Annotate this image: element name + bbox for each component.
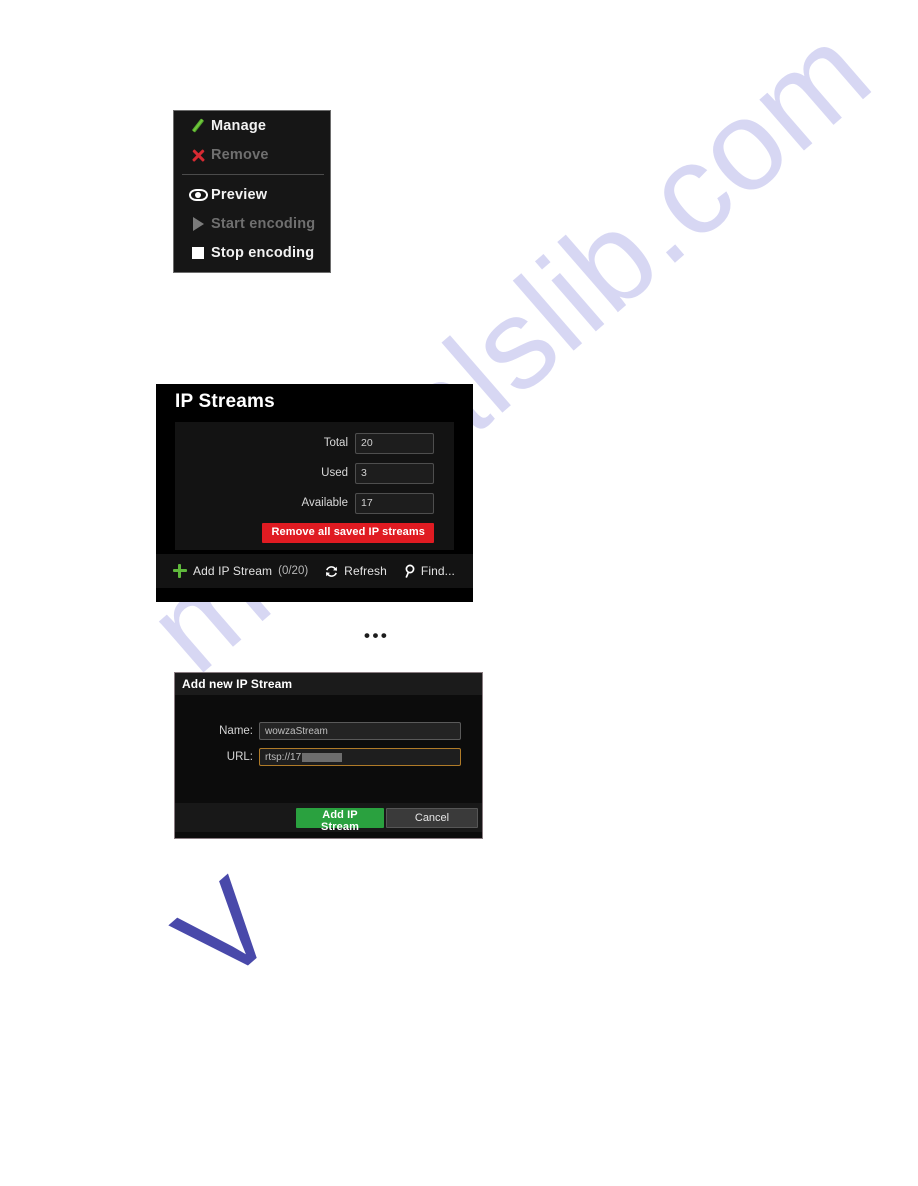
- find-button[interactable]: Find...: [403, 564, 455, 579]
- remove-all-saved-ip-streams-button[interactable]: Remove all saved IP streams: [262, 523, 434, 543]
- url-input-value: rtsp://17: [265, 751, 302, 763]
- menu-item-manage[interactable]: Manage: [174, 111, 330, 140]
- add-ip-stream-button[interactable]: Add IP Stream (0/20): [173, 564, 308, 578]
- menu-item-label: Stop encoding: [211, 244, 315, 261]
- dialog-row-name: Name: wowzaStream: [175, 722, 482, 740]
- plus-icon: [173, 564, 187, 578]
- menu-item-stop-encoding[interactable]: Stop encoding: [174, 238, 330, 267]
- x-icon: [185, 148, 211, 162]
- name-label: Name:: [219, 725, 253, 737]
- dialog-body: Name: wowzaStream URL: rtsp://17 Add IP …: [175, 722, 482, 833]
- search-icon: [403, 564, 417, 579]
- refresh-icon: [324, 564, 339, 579]
- dialog-footer: Add IP Stream Cancel: [175, 803, 482, 833]
- dialog-row-url: URL: rtsp://17: [175, 748, 482, 766]
- ip-streams-panel: IP Streams Total 20 Used 3 Available 17 …: [156, 384, 473, 602]
- stop-icon: [185, 246, 211, 259]
- field-label: Used: [321, 467, 348, 479]
- add-ip-stream-confirm-button[interactable]: Add IP Stream: [296, 807, 384, 833]
- url-redaction-block: [302, 752, 343, 762]
- menu-item-remove[interactable]: Remove: [174, 140, 330, 169]
- available-input[interactable]: 17: [355, 492, 434, 514]
- menu-item-label: Preview: [211, 186, 268, 203]
- dialog-titlebar: Add new IP Stream: [175, 673, 482, 695]
- menu-item-start-encoding[interactable]: Start encoding: [174, 209, 330, 238]
- field-row-total: Total 20: [175, 432, 454, 454]
- cancel-button[interactable]: Cancel: [386, 807, 478, 828]
- add-ip-stream-label: Add IP Stream: [193, 564, 273, 578]
- url-input[interactable]: rtsp://17: [259, 748, 461, 766]
- add-ip-stream-count: (0/20): [278, 565, 309, 577]
- eye-icon: [185, 188, 211, 201]
- ellipsis-separator: •••: [364, 626, 390, 645]
- find-label: Find...: [420, 564, 455, 578]
- total-input[interactable]: 20: [355, 432, 434, 454]
- pencil-icon: [185, 117, 211, 133]
- menu-item-label: Manage: [211, 117, 267, 134]
- dialog-title: Add new IP Stream: [182, 677, 293, 691]
- play-icon: [185, 216, 211, 231]
- menu-item-preview[interactable]: Preview: [174, 180, 330, 209]
- menu-separator: [182, 174, 324, 175]
- field-row-available: Available 17: [175, 492, 454, 514]
- field-row-used: Used 3: [175, 462, 454, 484]
- ip-streams-toolbar: Add IP Stream (0/20) Refresh Find...: [156, 554, 473, 588]
- used-input[interactable]: 3: [355, 462, 434, 484]
- field-label: Available: [301, 497, 348, 509]
- refresh-button[interactable]: Refresh: [324, 564, 387, 579]
- remove-all-row: Remove all saved IP streams: [175, 523, 454, 543]
- name-input[interactable]: wowzaStream: [259, 722, 461, 740]
- menu-item-label: Remove: [211, 146, 269, 163]
- add-new-ip-stream-dialog: Add new IP Stream Name: wowzaStream URL:…: [174, 672, 483, 839]
- field-label: Total: [323, 437, 348, 449]
- ip-streams-body: Total 20 Used 3 Available 17 Remove all …: [175, 422, 454, 550]
- panel-title: IP Streams: [175, 391, 275, 412]
- refresh-label: Refresh: [344, 564, 387, 578]
- menu-item-label: Start encoding: [211, 215, 316, 232]
- url-label: URL:: [226, 751, 253, 763]
- watermark-accent: V: [151, 853, 301, 1008]
- context-menu: Manage Remove Preview Start encoding Sto…: [173, 110, 331, 273]
